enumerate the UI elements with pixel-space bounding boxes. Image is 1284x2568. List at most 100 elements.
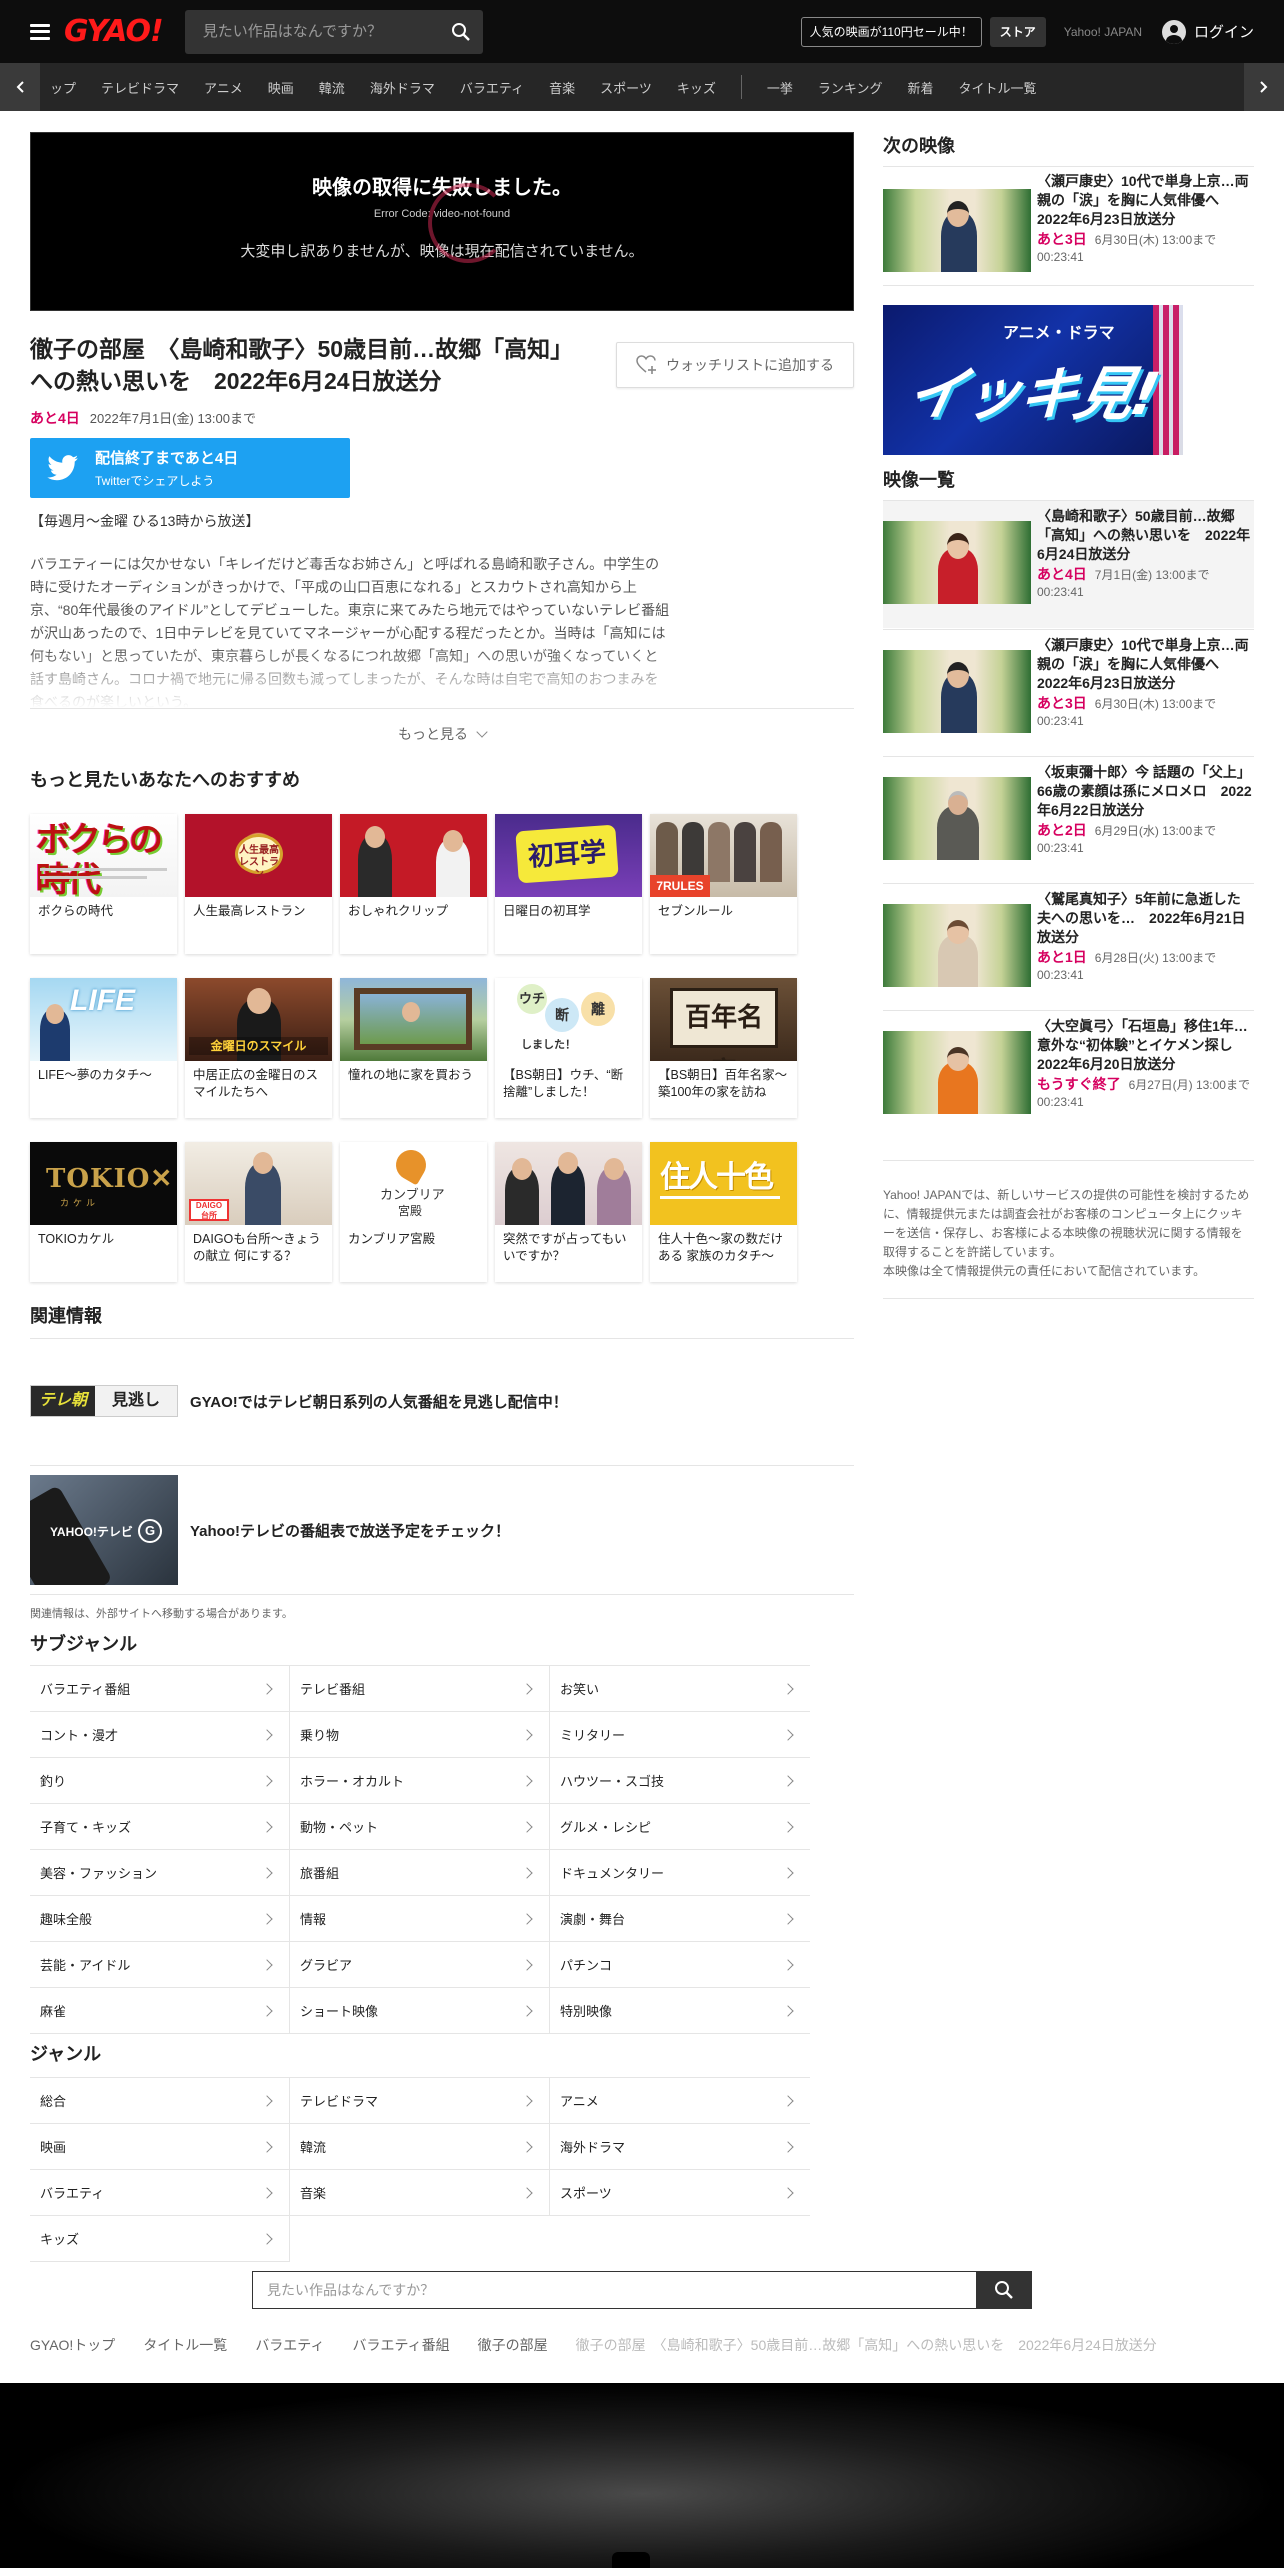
recommend-card[interactable]: 7RULES セブンルール <box>650 814 797 954</box>
gyao-logo[interactable]: GYAO! <box>64 14 164 49</box>
subgenre-item[interactable]: パチンコ <box>550 1942 810 1988</box>
video-player[interactable]: 映像の取得に失敗しました。 Error Code: video-not-foun… <box>30 132 854 311</box>
subgenre-item[interactable]: グラビア <box>290 1942 550 1988</box>
recommend-card[interactable]: 初耳学 日曜日の初耳学 <box>495 814 642 954</box>
twitter-share-button[interactable]: 配信終了まであと4日 Twitterでシェアしよう <box>30 438 350 498</box>
add-watchlist-button[interactable]: ウォッチリストに追加する <box>616 342 854 388</box>
show-more-button[interactable]: もっと見る <box>30 708 854 758</box>
subgenre-item[interactable]: お笑い <box>550 1666 810 1712</box>
subgenre-item[interactable]: 情報 <box>290 1896 550 1942</box>
nav-item-title-list[interactable]: タイトル一覧 <box>959 78 1037 97</box>
subgenre-item[interactable]: 動物・ペット <box>290 1804 550 1850</box>
store-button[interactable]: ストア <box>989 16 1046 47</box>
nav-item-binge[interactable]: 一挙 <box>767 78 793 97</box>
binge-watch-banner[interactable]: アニメ・ドラマ イッキ見! <box>883 305 1183 455</box>
thumbnail <box>495 1142 642 1225</box>
subgenre-item[interactable]: ホラー・オカルト <box>290 1758 550 1804</box>
recommend-card[interactable]: カンブリア 宮殿 カンブリア宮殿 <box>340 1142 487 1282</box>
subgenre-item[interactable]: 特別映像 <box>550 1988 810 2034</box>
video-thumbnail <box>883 904 1031 987</box>
menu-icon[interactable] <box>30 23 50 40</box>
search-button[interactable] <box>439 10 483 54</box>
subgenre-item[interactable]: バラエティ番組 <box>30 1666 290 1712</box>
nav-item-movie[interactable]: 映画 <box>268 78 294 97</box>
subgenre-item[interactable]: 趣味全般 <box>30 1896 290 1942</box>
genre-item[interactable]: バラエティ <box>30 2170 290 2216</box>
footer-search-input[interactable] <box>252 2271 976 2309</box>
nav-item-variety[interactable]: バラエティ <box>460 78 524 97</box>
recommend-card[interactable]: 人生最高 レストラン 人生最高レストラン <box>185 814 332 954</box>
genre-item[interactable]: 海外ドラマ <box>550 2124 810 2170</box>
subgenre-item[interactable]: グルメ・レシピ <box>550 1804 810 1850</box>
video-title: 〈瀬戸康史〉10代で単身上京…両親の「涙」を胸に人気俳優へ 2022年6月23日… <box>1037 173 1249 227</box>
nav-item-foreign-drama[interactable]: 海外ドラマ <box>370 78 435 97</box>
duration: 00:23:41 <box>1037 968 1084 982</box>
subgenre-item[interactable]: 乗り物 <box>290 1712 550 1758</box>
breadcrumb-item[interactable]: バラエティ番組 <box>352 2335 449 2355</box>
recommend-card[interactable]: ウチ 断 離 しました！ 【BS朝日】ウチ、“断捨離”しました！ <box>495 978 642 1118</box>
genre-item[interactable]: 音楽 <box>290 2170 550 2216</box>
genre-item[interactable]: テレビドラマ <box>290 2078 550 2124</box>
recommend-card[interactable]: 住人十色 住人十色～家の数だけある 家族のカタチ～ <box>650 1142 797 1282</box>
recommend-card[interactable]: DAIGO 台所 DAIGOも台所～きょうの献立 何にする？ <box>185 1142 332 1282</box>
breadcrumb-item[interactable]: GYAO!トップ <box>30 2335 115 2355</box>
yahoo-japan-link[interactable]: Yahoo! JAPAN <box>1064 25 1142 39</box>
recommend-card[interactable]: おしゃれクリップ <box>340 814 487 954</box>
nav-item-kids[interactable]: キッズ <box>677 78 716 97</box>
footer-search-button[interactable] <box>976 2271 1032 2309</box>
genre-item[interactable]: 総合 <box>30 2078 290 2124</box>
promo-button[interactable]: 人気の映画が110円セール中！ <box>800 16 982 47</box>
nav-next-button[interactable] <box>1244 63 1284 111</box>
thumbnail: 初耳学 <box>495 814 642 897</box>
recommend-card[interactable]: 百年名家 【BS朝日】百年名家～築100年の家を訪ね <box>650 978 797 1118</box>
related-item-yahoo-tv[interactable]: YAHOO!テレビ G Yahoo!テレビの番組表で放送予定をチェック！ <box>30 1475 854 1585</box>
recommend-card[interactable]: 金曜日のスマイル 中居正広の金曜日のスマイルたちへ <box>185 978 332 1118</box>
next-video-item[interactable]: 〈瀬戸康史〉10代で単身上京…両親の「涙」を胸に人気俳優へ 2022年6月23日… <box>883 166 1254 284</box>
nav-item-drama[interactable]: テレビドラマ <box>101 78 179 97</box>
subgenre-item[interactable]: 子育て・キッズ <box>30 1804 290 1850</box>
chevron-left-icon <box>16 81 24 93</box>
video-list-item-current[interactable]: 〈島崎和歌子〉50歳目前…故郷「高知」への熱い思いを 2022年6月24日放送分… <box>883 501 1254 628</box>
subgenre-item[interactable]: 美容・ファッション <box>30 1850 290 1896</box>
nav-item-top[interactable]: ップ <box>50 78 76 97</box>
video-list-item[interactable]: 〈大空眞弓〉「石垣島」移住1年…意外な“初体験”とイケメン探し 2022年6月2… <box>883 1011 1254 1147</box>
subgenre-item[interactable]: 釣り <box>30 1758 290 1804</box>
breadcrumb-item[interactable]: タイトル一覧 <box>143 2335 227 2355</box>
subgenre-item[interactable]: 麻雀 <box>30 1988 290 2034</box>
subgenre-item[interactable]: 演劇・舞台 <box>550 1896 810 1942</box>
subgenre-item[interactable]: コント・漫才 <box>30 1712 290 1758</box>
subgenre-item[interactable]: テレビ番組 <box>290 1666 550 1712</box>
recommend-card[interactable]: ボクらの時代 ボクらの時代 <box>30 814 177 954</box>
nav-item-ranking[interactable]: ランキング <box>818 78 883 97</box>
nav-item-sports[interactable]: スポーツ <box>600 78 652 97</box>
genre-item[interactable]: キッズ <box>30 2216 290 2262</box>
recommend-card[interactable]: TOKIO✕ カケル TOKIOカケル <box>30 1142 177 1282</box>
nav-item-music[interactable]: 音楽 <box>549 78 575 97</box>
recommend-card[interactable]: 突然ですが占ってもいいですか？ <box>495 1142 642 1282</box>
search-input[interactable] <box>184 9 439 54</box>
subgenre-item[interactable]: ミリタリー <box>550 1712 810 1758</box>
subgenre-item[interactable]: ハウツー・スゴ技 <box>550 1758 810 1804</box>
login-button[interactable]: ログイン <box>1161 19 1254 44</box>
recommend-card[interactable]: 憧れの地に家を買おう <box>340 978 487 1118</box>
card-label: DAIGOも台所～きょうの献立 何にする？ <box>193 1232 321 1263</box>
subgenre-item[interactable]: 旅番組 <box>290 1850 550 1896</box>
genre-item[interactable]: スポーツ <box>550 2170 810 2216</box>
breadcrumb-item[interactable]: バラエティ <box>255 2335 324 2355</box>
video-list-item[interactable]: 〈坂東彌十郎〉今 話題の「父上」66歳の素顔は孫にメロメロ 2022年6月22日… <box>883 757 1254 882</box>
nav-item-korean[interactable]: 韓流 <box>319 78 345 97</box>
genre-item[interactable]: 韓流 <box>290 2124 550 2170</box>
video-list-item[interactable]: 〈鷲尾真知子〉5年前に急逝した夫への思いを… 2022年6月21日放送分 あと1… <box>883 884 1254 1009</box>
video-list-item[interactable]: 〈瀬戸康史〉10代で単身上京…両親の「涙」を胸に人気俳優へ 2022年6月23日… <box>883 630 1254 755</box>
recommend-card[interactable]: LIFE LIFE～夢のカタチ～ <box>30 978 177 1118</box>
breadcrumb-item[interactable]: 徹子の部屋 <box>478 2335 548 2355</box>
genre-item[interactable]: アニメ <box>550 2078 810 2124</box>
subgenre-item[interactable]: ドキュメンタリー <box>550 1850 810 1896</box>
related-item-teleasa[interactable]: テレ朝 見逃し GYAO!ではテレビ朝日系列の人気番組を見逃し配信中！ <box>30 1385 854 1417</box>
nav-item-anime[interactable]: アニメ <box>204 78 243 97</box>
nav-prev-button[interactable] <box>0 63 40 111</box>
genre-item[interactable]: 映画 <box>30 2124 290 2170</box>
subgenre-item[interactable]: 芸能・アイドル <box>30 1942 290 1988</box>
subgenre-item[interactable]: ショート映像 <box>290 1988 550 2034</box>
nav-item-new[interactable]: 新着 <box>907 78 933 97</box>
